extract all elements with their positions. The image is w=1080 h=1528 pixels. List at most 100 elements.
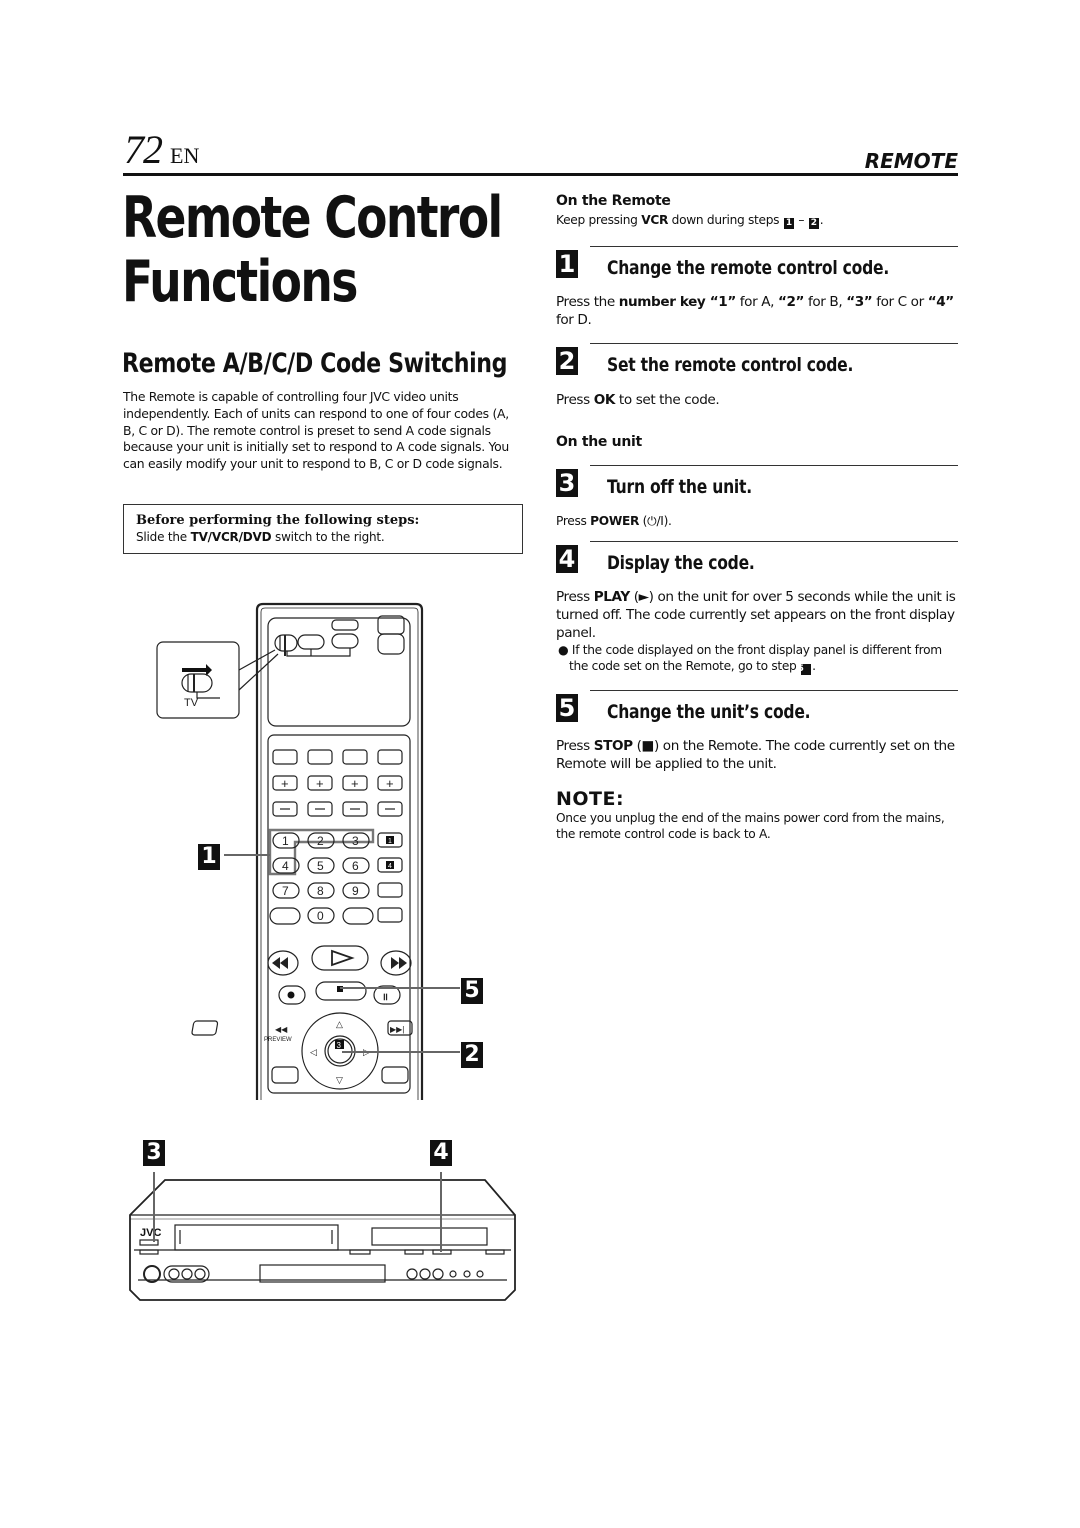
text: . — [812, 659, 816, 673]
preview-label: PREVIEW — [264, 1037, 292, 1043]
key-name: number key “1” — [618, 294, 737, 310]
step-number: 5 — [556, 694, 578, 722]
key-name: STOP — [593, 738, 633, 754]
callout-step-5: 5 — [461, 978, 483, 1004]
svg-text:◀◀: ◀◀ — [275, 1025, 288, 1034]
step-number: 4 — [556, 545, 578, 573]
text: Slide the — [136, 530, 191, 544]
step-1-body: Press the number key “1” for A, “2” for … — [556, 293, 956, 329]
text: Press — [556, 392, 594, 408]
note-heading: NOTE: — [556, 788, 625, 810]
svg-text:△: △ — [336, 1019, 343, 1029]
step-3-body: Press POWER (⏻/I). — [556, 513, 956, 529]
intro-paragraph: The Remote is capable of controlling fou… — [123, 389, 509, 472]
key-name: “4” — [927, 294, 955, 310]
step-ref: 2 — [808, 218, 819, 229]
on-remote-section: On the Remote Keep pressing VCR down dur… — [556, 192, 956, 229]
keypad-key-label: 3 — [352, 834, 359, 848]
number-keypad: 1 2 3 4 5 6 7 8 9 0 1 4 — [272, 832, 394, 924]
note-text: Once you unplug the end of the mains pow… — [556, 811, 945, 841]
header-rule — [123, 173, 958, 176]
key-name: OK — [593, 392, 616, 408]
step-4-body: Press PLAY (►) on the unit for over 5 se… — [556, 588, 956, 675]
on-unit-heading: On the unit — [556, 434, 642, 450]
top-buttons: + + + + — [272, 749, 403, 817]
page-number: 72 — [124, 127, 163, 172]
svg-text:+: + — [386, 776, 394, 791]
text: Press the — [556, 294, 619, 310]
vcr-dvd-unit: JVC — [129, 1172, 516, 1301]
bullet-item: ● If the code displayed on the front dis… — [558, 643, 942, 675]
keypad-key-label: 5 — [317, 859, 324, 873]
brand-logo: JVC — [140, 1227, 161, 1239]
step-5-body: Press STOP (■) on the Remote. The code c… — [556, 737, 956, 773]
step-3-header: 3 Turn off the unit. — [556, 465, 958, 505]
divider — [590, 465, 958, 466]
prerequisite-heading: Before performing the following steps: — [136, 513, 420, 528]
svg-text:◁: ◁ — [310, 1047, 317, 1057]
ok-badge: 3 — [337, 1041, 342, 1050]
keypad-key-label: 1 — [282, 834, 289, 848]
illustration-svg: TV + + + + 1 2 34 5 67 8 9014 ॥ 3 △ ▽ ◁ … — [129, 602, 516, 1301]
text: to set the code. — [615, 392, 720, 408]
svg-text:▶▶|: ▶▶| — [390, 1025, 404, 1034]
text: – — [794, 213, 808, 227]
text: Press — [556, 589, 594, 605]
svg-text:▽: ▽ — [336, 1075, 343, 1085]
text: (⏻/I). — [639, 514, 672, 528]
keypad-key-label: 0 — [317, 909, 324, 923]
step-title: Display the code. — [607, 552, 755, 574]
keypad-key-label: 9 — [352, 884, 359, 898]
text: for A, — [735, 294, 778, 310]
switch-name: TV/VCR/DVD — [190, 530, 272, 544]
prerequisite-box: Before performing the following steps: S… — [123, 504, 523, 554]
step-1-header: 1 Change the remote control code. — [556, 246, 958, 286]
on-remote-heading: On the Remote — [556, 193, 671, 209]
step-title: Change the remote control code. — [607, 257, 890, 279]
text: for C or — [872, 294, 928, 310]
section-tag: REMOTE — [864, 149, 958, 173]
switch-label: TV — [184, 697, 199, 709]
step-4-text: Press PLAY (►) on the unit for over 5 se… — [556, 588, 956, 642]
svg-text:+: + — [281, 776, 289, 791]
keypad-key-label: 6 — [352, 859, 359, 873]
step-ref: 1 — [783, 218, 794, 229]
text: Press — [556, 738, 594, 754]
side-key-label: 1 — [388, 838, 392, 845]
step-number: 3 — [556, 469, 578, 497]
step-number: 1 — [556, 250, 578, 278]
text: for B, — [804, 294, 847, 310]
text: If the code displayed on the front displ… — [569, 643, 942, 673]
prerequisite-text: Slide the TV/VCR/DVD switch to the right… — [136, 529, 522, 545]
step-title: Set the remote control code. — [607, 354, 854, 376]
callout-step-3: 3 — [143, 1140, 165, 1166]
divider — [590, 246, 958, 247]
divider — [590, 343, 958, 344]
step-4-header: 4 Display the code. — [556, 541, 958, 581]
key-name: VCR — [641, 213, 669, 227]
keypad-key-label: 7 — [282, 884, 289, 898]
page-language: EN — [170, 143, 200, 168]
step-number: 2 — [556, 347, 578, 375]
callout-step-1: 1 — [198, 844, 220, 870]
step-2-header: 2 Set the remote control code. — [556, 343, 958, 383]
step-5-header: 5 Change the unit’s code. — [556, 690, 958, 730]
on-remote-text: Keep pressing VCR down during steps 1 – … — [556, 212, 956, 229]
callout-step-4: 4 — [430, 1140, 452, 1166]
keypad-key-label: 2 — [317, 834, 324, 848]
key-name: “2” — [777, 294, 805, 310]
divider — [590, 690, 958, 691]
text: Keep pressing — [556, 213, 642, 227]
svg-text:॥: ॥ — [382, 992, 388, 1003]
svg-text:+: + — [316, 776, 324, 791]
note-section: NOTE: Once you unplug the end of the mai… — [556, 788, 956, 842]
text: for D. — [556, 312, 592, 328]
side-key-label: 4 — [388, 863, 392, 870]
step-2-body: Press OK to set the code. — [556, 391, 956, 409]
text: switch to the right. — [271, 530, 385, 544]
transport-buttons: ॥ — [267, 945, 412, 1005]
key-name: PLAY — [593, 589, 630, 605]
step-ref: 5 — [798, 664, 812, 675]
step-title: Turn off the unit. — [607, 476, 752, 498]
text: . — [819, 213, 824, 227]
